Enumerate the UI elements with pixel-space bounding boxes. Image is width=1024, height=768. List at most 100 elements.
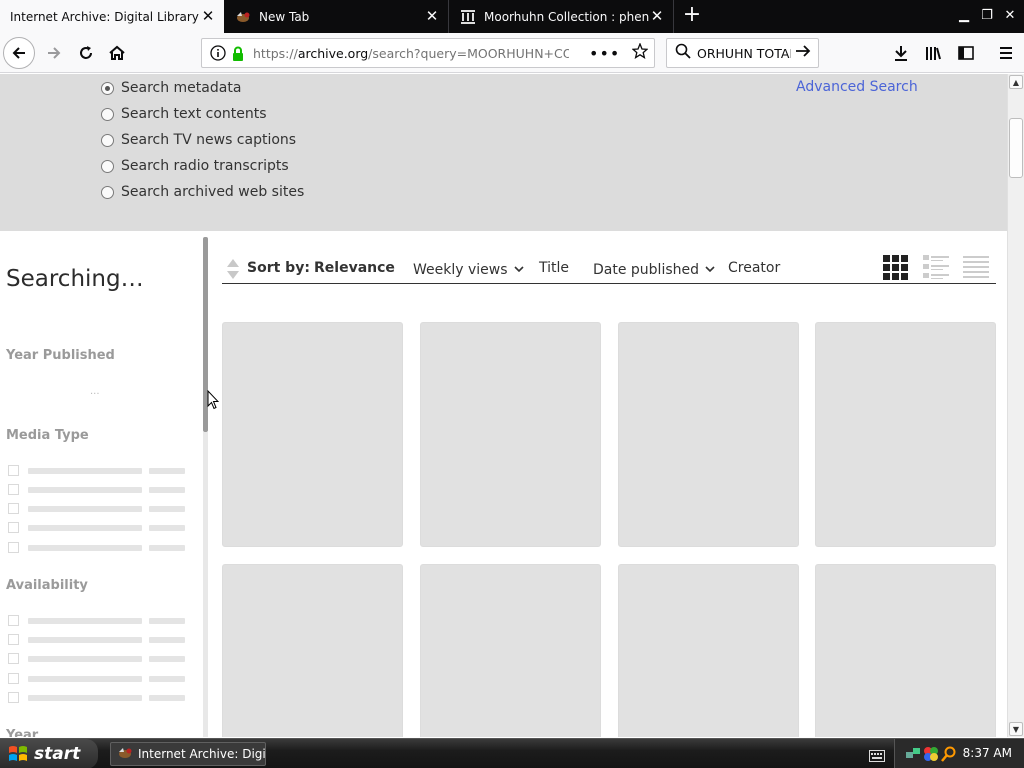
checkbox[interactable] xyxy=(8,503,19,514)
tab-moorhuhn-collection[interactable]: Moorhuhn Collection : phenomedia ✕ xyxy=(450,0,674,33)
checkbox[interactable] xyxy=(8,542,19,553)
sort-label: Sort by: xyxy=(247,260,310,276)
page-content: Search metadata Search text contents Sea… xyxy=(0,74,1007,737)
radio-search-radio-transcripts[interactable]: Search radio transcripts xyxy=(101,158,289,174)
sidebar-toggle-button[interactable] xyxy=(950,37,982,69)
sidebar-scroll-track[interactable] xyxy=(203,432,208,737)
radio-search-text-contents[interactable]: Search text contents xyxy=(101,106,267,122)
checkbox[interactable] xyxy=(8,692,19,703)
hamburger-menu-button[interactable] xyxy=(990,37,1022,69)
home-button[interactable] xyxy=(101,37,133,69)
library-button[interactable] xyxy=(918,37,950,69)
search-input[interactable]: ORHUHN TOTAL xyxy=(697,46,791,61)
page-actions-button[interactable]: ••• xyxy=(589,44,620,63)
radio-search-metadata[interactable]: Search metadata xyxy=(101,80,241,96)
facet-placeholder-row xyxy=(8,465,185,476)
grid-view-icon[interactable] xyxy=(883,254,909,280)
tab-new-tab[interactable]: New Tab ✕ xyxy=(225,0,449,33)
sort-arrows-icon[interactable] xyxy=(226,258,240,284)
radio-search-web-sites[interactable]: Search archived web sites xyxy=(101,184,304,200)
list-detail-view-icon[interactable] xyxy=(923,254,949,280)
facet-placeholder-row xyxy=(8,653,185,664)
radio-button[interactable] xyxy=(101,185,114,199)
radio-label: Search TV news captions xyxy=(121,132,297,148)
scrollbar-thumb[interactable] xyxy=(1009,118,1023,178)
search-icon xyxy=(675,43,691,63)
new-tab-button[interactable]: + xyxy=(680,4,704,28)
url-bar[interactable]: https://archive.org/search?query=MOORHUH… xyxy=(201,38,655,68)
restore-icon[interactable]: ❐ xyxy=(977,6,997,26)
search-tray-icon[interactable] xyxy=(941,746,957,762)
taskbar-window-firefox[interactable]: Internet Archive: Digi... xyxy=(110,742,266,766)
checkbox[interactable] xyxy=(8,634,19,645)
download-arrow-icon xyxy=(895,46,907,61)
archive-building-icon xyxy=(460,9,476,25)
sort-option-date-published[interactable]: Date published xyxy=(593,260,715,278)
sort-option-title[interactable]: Title xyxy=(539,260,569,276)
search-status-title: Searching… xyxy=(6,266,144,292)
radio-button[interactable] xyxy=(101,133,114,147)
checkbox[interactable] xyxy=(8,653,19,664)
checkbox[interactable] xyxy=(8,673,19,684)
sort-option-creator[interactable]: Creator xyxy=(728,260,780,276)
sort-option-relevance[interactable]: Relevance xyxy=(314,260,395,276)
back-button[interactable] xyxy=(3,37,35,69)
result-tile-placeholder xyxy=(815,322,996,547)
taskbar-clock: 8:37 AM xyxy=(962,746,1012,760)
compact-list-view-icon[interactable] xyxy=(963,254,989,280)
bookmark-star-icon[interactable] xyxy=(631,42,649,63)
start-label: start xyxy=(34,744,81,764)
close-icon[interactable]: ✕ xyxy=(649,9,665,25)
keyboard-icon[interactable] xyxy=(869,747,885,766)
firefox-favicon-icon xyxy=(117,746,133,763)
minimize-icon[interactable]: ▁ xyxy=(954,6,974,26)
downloads-button[interactable] xyxy=(885,37,917,69)
facet-placeholder-row xyxy=(8,615,185,626)
facet-title-year-published: Year Published xyxy=(6,348,115,363)
window-close-icon[interactable]: ✕ xyxy=(1000,6,1020,26)
info-icon[interactable] xyxy=(207,45,229,61)
lock-icon[interactable] xyxy=(229,46,247,61)
chevron-down-icon xyxy=(513,260,524,276)
url-text[interactable]: https://archive.org/search?query=MOORHUH… xyxy=(253,46,569,61)
start-button[interactable]: start xyxy=(0,739,98,768)
search-bar[interactable]: ORHUHN TOTAL xyxy=(666,38,819,68)
sort-option-label: Weekly views xyxy=(413,262,508,278)
checkbox[interactable] xyxy=(8,484,19,495)
result-tile-placeholder xyxy=(815,564,996,737)
radio-label: Search text contents xyxy=(121,106,267,122)
tab-strip: Internet Archive: Digital Library of Fre… xyxy=(0,0,1024,33)
security-shield-icon[interactable] xyxy=(923,746,939,762)
reload-button[interactable] xyxy=(70,37,102,69)
tab-title: New Tab xyxy=(259,9,310,24)
tab-title: Moorhuhn Collection : phenomedia xyxy=(484,9,649,24)
taskbar-window-title: Internet Archive: Digi... xyxy=(138,747,266,761)
network-icon[interactable] xyxy=(905,746,921,762)
checkbox[interactable] xyxy=(8,615,19,626)
advanced-search-link[interactable]: Advanced Search xyxy=(796,79,918,95)
radio-button[interactable] xyxy=(101,159,114,173)
result-tile-placeholder xyxy=(618,322,799,547)
radio-button[interactable] xyxy=(101,81,114,95)
tab-internet-archive[interactable]: Internet Archive: Digital Library of Fre… xyxy=(0,0,224,33)
page-scrollbar[interactable]: ▲ ▼ xyxy=(1007,74,1024,737)
close-icon[interactable]: ✕ xyxy=(200,9,216,25)
sort-option-weekly-views[interactable]: Weekly views xyxy=(413,260,524,278)
facet-placeholder-row xyxy=(8,503,185,514)
sort-bar: Sort by: Relevance Weekly views Title Da… xyxy=(222,254,996,284)
radio-button[interactable] xyxy=(101,107,114,121)
library-icon xyxy=(926,47,941,60)
radio-search-tv-captions[interactable]: Search TV news captions xyxy=(101,132,296,148)
checkbox[interactable] xyxy=(8,465,19,476)
facet-title-availability: Availability xyxy=(6,578,88,593)
close-icon[interactable]: ✕ xyxy=(424,9,440,25)
facet-placeholder-row xyxy=(8,522,185,533)
scroll-up-arrow-icon[interactable]: ▲ xyxy=(1009,75,1023,89)
scroll-down-arrow-icon[interactable]: ▼ xyxy=(1009,722,1023,736)
checkbox[interactable] xyxy=(8,522,19,533)
navigation-toolbar: https://archive.org/search?query=MOORHUH… xyxy=(0,33,1024,73)
forward-button[interactable] xyxy=(38,37,70,69)
search-go-arrow-icon[interactable] xyxy=(795,43,811,63)
sort-option-label: Date published xyxy=(593,262,700,278)
facet-loading-dots: ... xyxy=(90,386,100,397)
